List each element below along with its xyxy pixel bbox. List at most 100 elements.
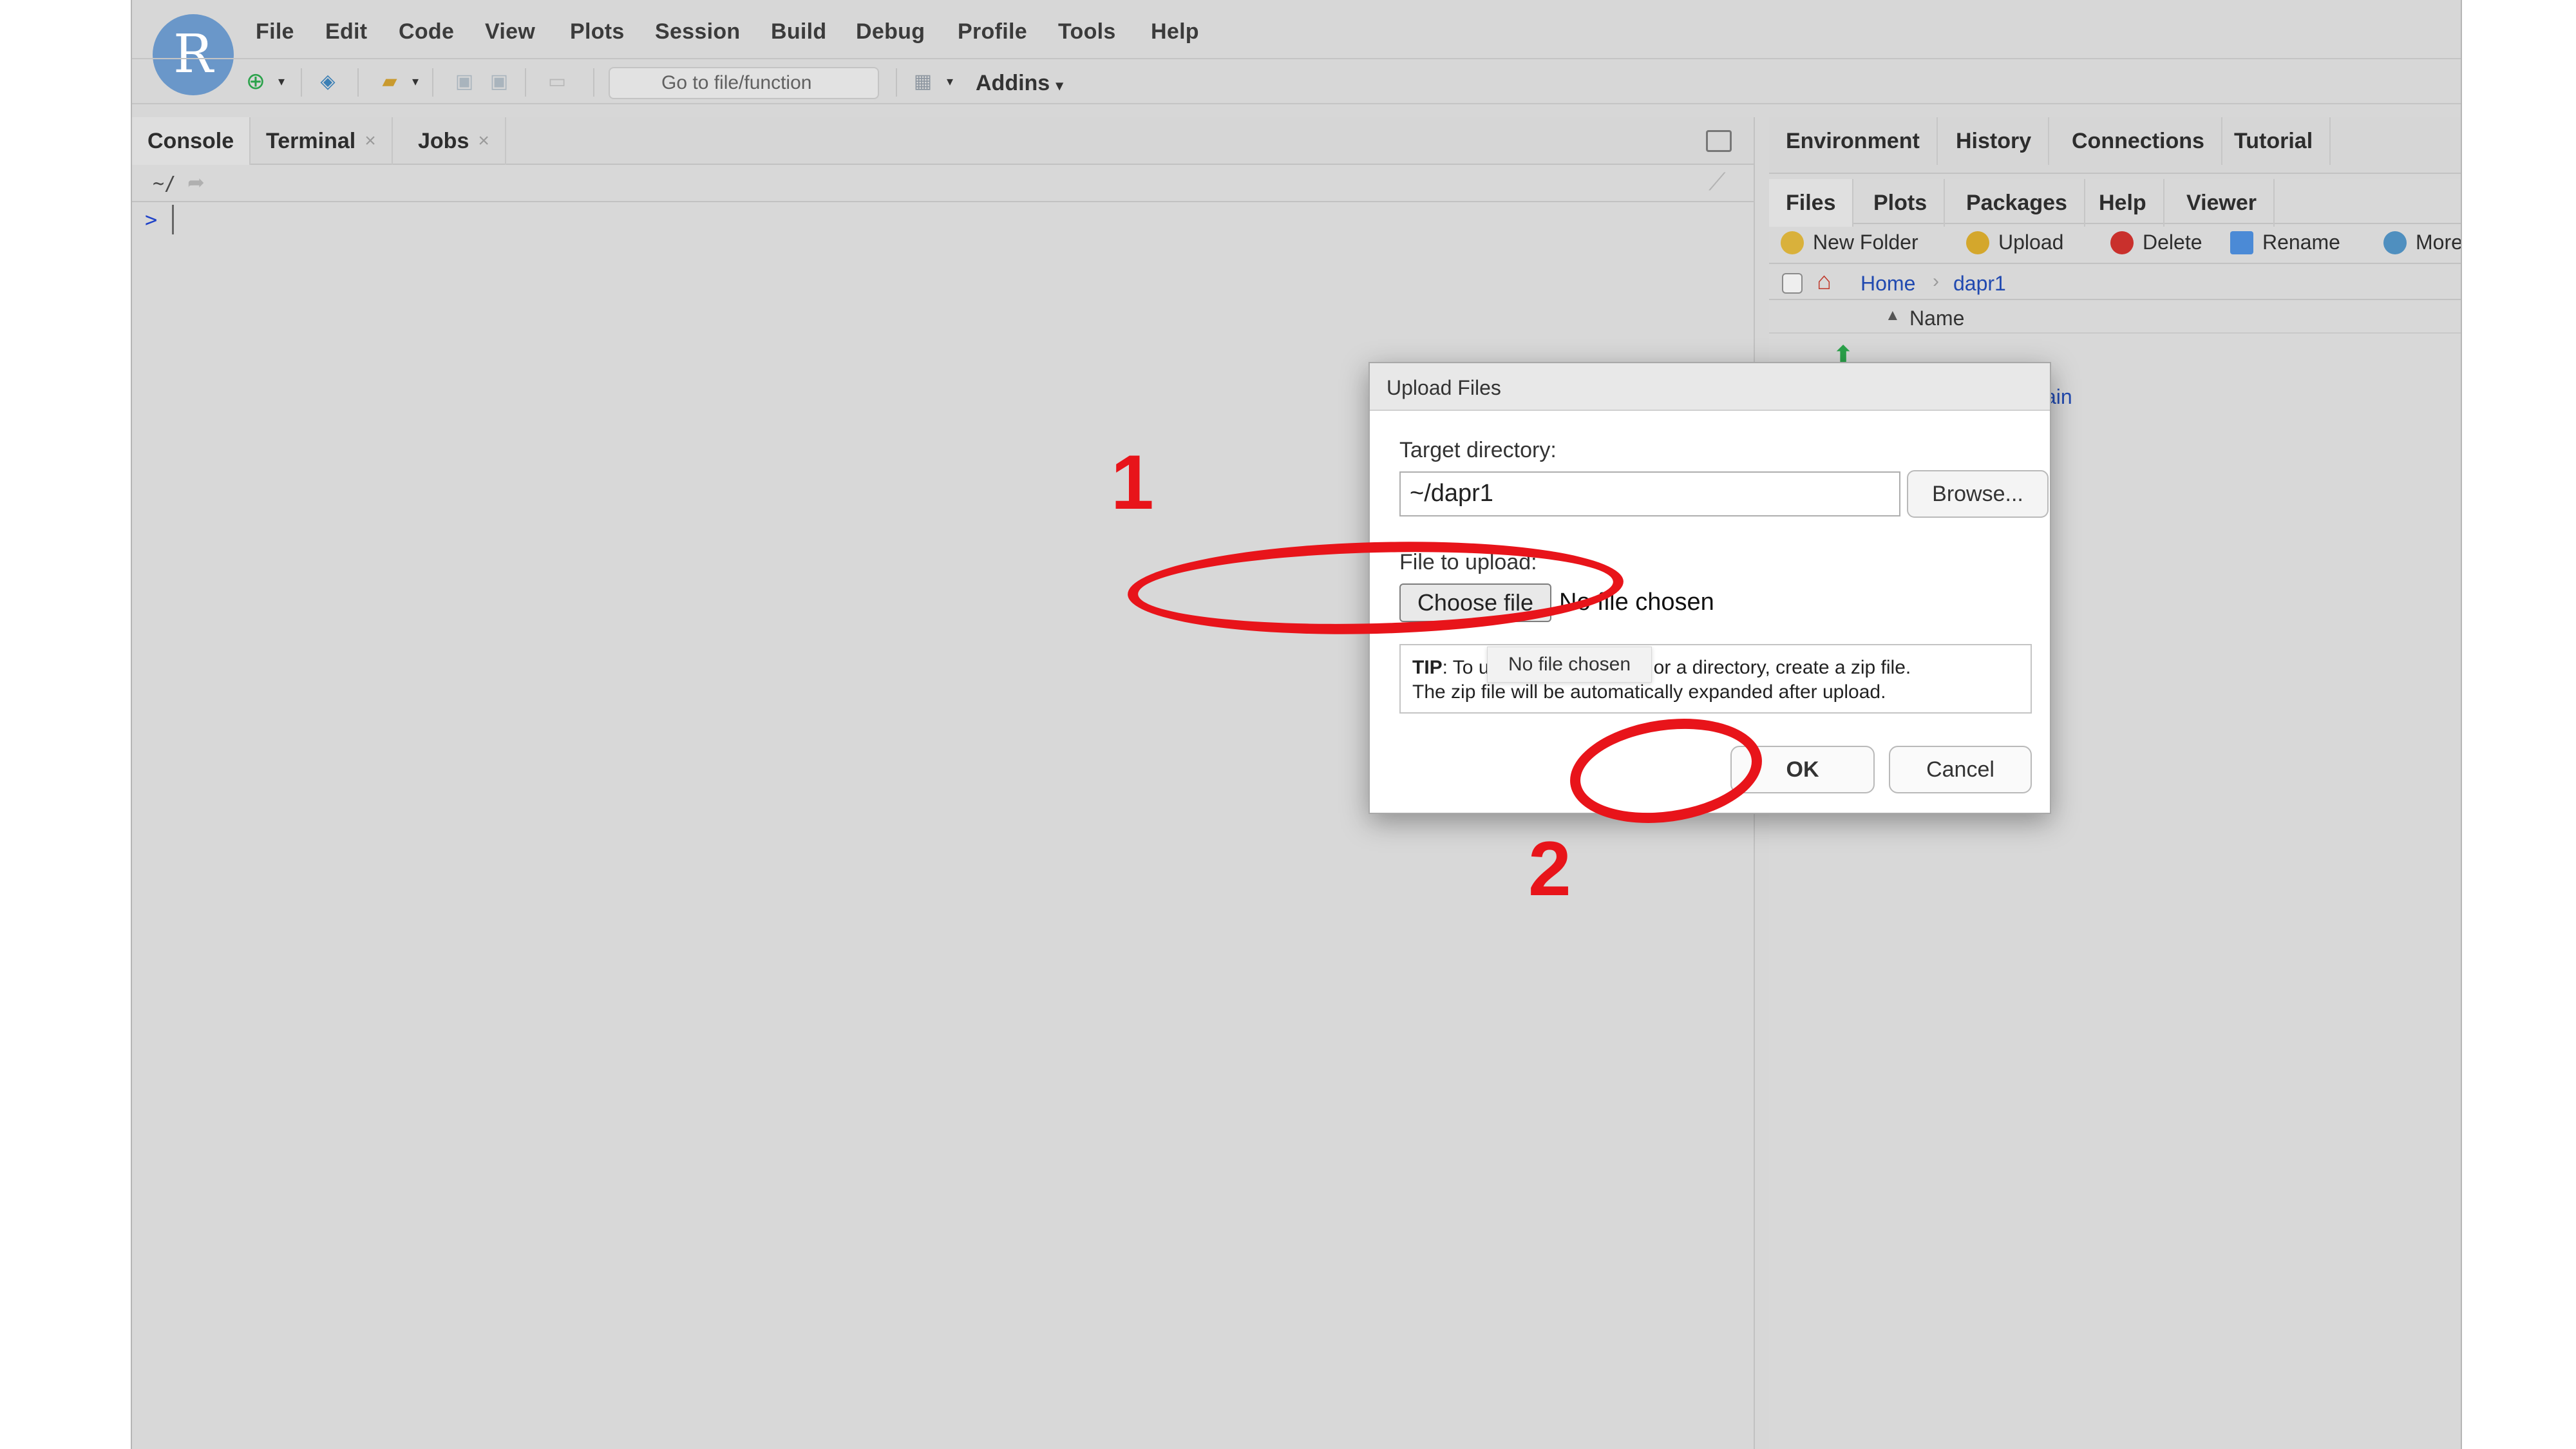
button-label: Delete <box>2143 231 2202 254</box>
tab-connections[interactable]: Connections <box>2055 117 2222 165</box>
toolbar-divider <box>896 68 897 97</box>
menu-profile[interactable]: Profile <box>958 19 1027 44</box>
chevron-down-icon: ▾ <box>1056 77 1063 93</box>
menu-code[interactable]: Code <box>399 19 454 44</box>
annotation-step-2: 2 <box>1528 826 1571 912</box>
open-file-icon[interactable]: ▰ <box>375 67 404 95</box>
delete-button[interactable]: Delete <box>2110 231 2202 254</box>
main-toolbar: ⊕ ▾ ◈ ▰ ▾ ▣ ▣ ▭ ➦ Go to file/function ▦ … <box>132 58 2461 104</box>
goto-file-input[interactable]: Go to file/function <box>609 67 879 99</box>
console-tabbar: Console Terminal × Jobs × <box>132 117 1754 165</box>
tab-label: Plots <box>1873 190 1927 215</box>
new-project-icon[interactable]: ◈ <box>314 67 342 95</box>
chevron-down-icon[interactable]: ▾ <box>936 67 964 95</box>
tab-label: Environment <box>1786 128 1920 153</box>
files-toolbar: New Folder Upload Delete Rename More <box>1769 224 2462 264</box>
goto-directory-icon[interactable]: ➦ <box>187 170 205 194</box>
breadcrumb-home[interactable]: Home <box>1861 272 1915 296</box>
save-icon[interactable]: ▣ <box>450 67 478 95</box>
console-prompt: > <box>145 207 158 232</box>
clear-console-icon[interactable]: ⟋ <box>1709 169 1726 196</box>
menubar: File Edit Code View Plots Session Build … <box>132 8 2461 54</box>
addins-label: Addins <box>976 71 1050 95</box>
tab-jobs[interactable]: Jobs × <box>402 117 506 165</box>
menu-debug[interactable]: Debug <box>856 19 925 44</box>
print-icon[interactable]: ▭ <box>543 67 571 95</box>
annotation-step-1: 1 <box>1111 439 1154 526</box>
tab-label: Jobs <box>418 128 469 153</box>
toolbar-divider <box>301 68 302 97</box>
sort-ascending-icon[interactable]: ▲ <box>1885 307 1900 325</box>
files-tabbar: Files Plots Packages Help Viewer <box>1769 179 2461 227</box>
rename-button[interactable]: Rename <box>2230 231 2340 254</box>
menu-tools[interactable]: Tools <box>1058 19 1116 44</box>
chevron-down-icon[interactable]: ▾ <box>401 67 430 95</box>
tab-history[interactable]: History <box>1939 117 2050 165</box>
gear-icon <box>2383 231 2407 254</box>
button-label: New Folder <box>1813 231 1918 254</box>
tab-label: History <box>1956 128 2032 153</box>
breadcrumb-dapr1[interactable]: dapr1 <box>1953 272 2006 296</box>
pane-layout-icon[interactable]: ▦ <box>909 67 937 95</box>
tab-label: Connections <box>2072 128 2204 153</box>
tab-tutorial[interactable]: Tutorial <box>2217 117 2331 165</box>
delete-icon <box>2110 231 2134 254</box>
console-caret[interactable] <box>172 205 174 234</box>
menu-plots[interactable]: Plots <box>570 19 625 44</box>
target-directory-label: Target directory: <box>1399 438 1557 462</box>
menu-view[interactable]: View <box>485 19 535 44</box>
close-icon[interactable]: × <box>478 130 489 152</box>
tab-files[interactable]: Files <box>1769 179 1854 227</box>
breadcrumb: ⌂ Home › dapr1 <box>1769 264 2461 300</box>
new-folder-button[interactable]: New Folder <box>1781 231 1918 254</box>
upload-icon <box>1966 231 1989 254</box>
select-all-checkbox[interactable] <box>1782 273 1803 294</box>
dialog-title: Upload Files <box>1387 376 1501 399</box>
environment-pane: Environment History Connections Tutorial <box>1769 117 2461 174</box>
cancel-button[interactable]: Cancel <box>1889 746 2032 793</box>
browse-button[interactable]: Browse... <box>1907 470 2049 518</box>
more-button[interactable]: More <box>2383 231 2462 254</box>
breadcrumb-separator-icon: › <box>1933 270 1939 292</box>
new-folder-icon <box>1781 231 1804 254</box>
target-directory-field[interactable]: ~/dapr1 <box>1399 471 1900 516</box>
menu-file[interactable]: File <box>256 19 294 44</box>
toolbar-divider <box>432 68 433 97</box>
tab-label: Viewer <box>2186 190 2257 215</box>
tab-label: Terminal <box>266 128 356 153</box>
toolbar-divider <box>593 68 594 97</box>
tab-plots[interactable]: Plots <box>1857 179 1946 227</box>
dialog-header: Upload Files <box>1370 363 2050 411</box>
menu-session[interactable]: Session <box>655 19 741 44</box>
tab-environment[interactable]: Environment <box>1769 117 1938 165</box>
tab-help[interactable]: Help <box>2082 179 2164 227</box>
button-label: Upload <box>1998 231 2064 254</box>
menu-edit[interactable]: Edit <box>325 19 367 44</box>
tip-label: TIP <box>1412 657 1443 678</box>
tab-viewer[interactable]: Viewer <box>2170 179 2275 227</box>
tab-console[interactable]: Console <box>132 117 251 165</box>
console-pathbar: ~/ ➦ ⟋ <box>132 165 1754 202</box>
home-icon[interactable]: ⌂ <box>1817 268 1832 296</box>
tab-label: Help <box>2099 190 2146 215</box>
upload-button[interactable]: Upload <box>1966 231 2063 254</box>
rstudio-window: R File Edit Code View Plots Session Buil… <box>131 0 2462 1449</box>
toolbar-divider <box>357 68 359 97</box>
column-name[interactable]: Name <box>1909 307 1964 330</box>
rename-icon <box>2230 231 2253 254</box>
tab-label: Console <box>147 128 234 153</box>
new-file-icon[interactable]: ⊕ <box>242 67 270 95</box>
tab-terminal[interactable]: Terminal × <box>251 117 393 165</box>
save-all-icon[interactable]: ▣ <box>485 67 513 95</box>
menu-help[interactable]: Help <box>1151 19 1199 44</box>
working-directory: ~/ <box>153 173 176 195</box>
chevron-down-icon[interactable]: ▾ <box>267 67 296 95</box>
close-icon[interactable]: × <box>365 130 376 152</box>
tab-packages[interactable]: Packages <box>1949 179 2085 227</box>
tab-label: Files <box>1786 190 1836 215</box>
button-label: Rename <box>2262 231 2340 254</box>
button-label: More <box>2416 231 2462 254</box>
menu-build[interactable]: Build <box>771 19 826 44</box>
addins-menu[interactable]: Addins ▾ <box>976 71 1063 96</box>
restore-pane-icon[interactable] <box>1706 130 1732 152</box>
